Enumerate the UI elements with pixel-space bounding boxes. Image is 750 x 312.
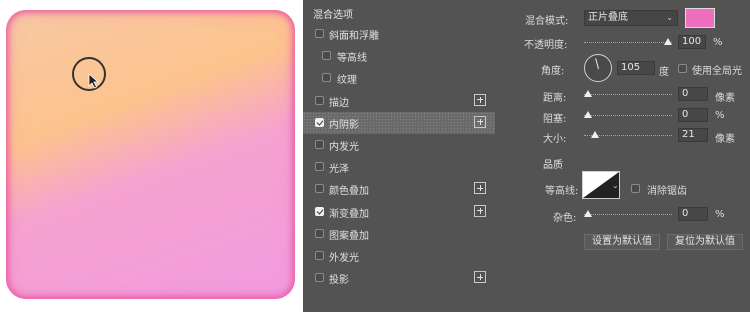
global-light-label: 使用全局光: [692, 66, 742, 77]
style-item[interactable]: 投影: [303, 267, 495, 289]
size-input[interactable]: 21: [678, 128, 708, 142]
style-item[interactable]: 外发光: [303, 245, 495, 267]
style-item-label: 纹理: [337, 75, 357, 87]
style-item-checkbox[interactable]: [315, 206, 324, 216]
canvas-preview: [0, 0, 303, 312]
distance-slider[interactable]: [584, 90, 672, 100]
choke-input[interactable]: 0: [678, 108, 708, 122]
style-item[interactable]: 描边: [303, 90, 495, 112]
size-thumb[interactable]: [591, 131, 599, 138]
blend-options-heading[interactable]: 混合选项: [313, 6, 353, 21]
noise-unit: %: [715, 209, 725, 220]
reset-default-button[interactable]: 复位为默认值: [667, 234, 743, 250]
shadow-color-swatch[interactable]: [685, 8, 715, 28]
plus-icon[interactable]: [474, 271, 486, 284]
slider-track: [584, 115, 672, 117]
inner-shadow-options: 混合模式: 正片叠底 ⌄ 不透明度: 100 % 角度: 105 度 使用全局光…: [495, 0, 750, 312]
noise-slider[interactable]: [584, 210, 672, 220]
style-item-label: 斜面和浮雕: [329, 31, 379, 42]
gradient-rounded-square: [6, 10, 295, 299]
global-light-checkbox[interactable]: [678, 64, 687, 73]
style-item-label: 投影: [329, 275, 349, 287]
quality-heading: 品质: [543, 160, 563, 171]
style-item[interactable]: 等高线: [303, 45, 495, 67]
style-item-checkbox[interactable]: [322, 51, 331, 61]
chevron-down-icon: ⌄: [666, 13, 673, 22]
style-item[interactable]: 斜面和浮雕: [303, 23, 495, 45]
angle-dial-hand: [595, 58, 599, 70]
style-item-label: 等高线: [337, 53, 367, 65]
size-slider[interactable]: [584, 131, 672, 141]
plus-icon[interactable]: [474, 182, 486, 195]
noise-label: 杂色:: [553, 213, 577, 224]
slider-track: [584, 94, 672, 96]
style-item-checkbox[interactable]: [315, 251, 324, 260]
layer-styles-panel: 混合选项 斜面和浮雕等高线纹理描边内阴影内发光光泽颜色叠加渐变叠加图案叠加外发光…: [303, 0, 495, 312]
style-item-label: 颜色叠加: [329, 186, 369, 198]
choke-unit: %: [715, 110, 725, 121]
style-item[interactable]: 光泽: [303, 156, 495, 178]
opacity-unit: %: [713, 37, 723, 48]
contour-label: 等高线:: [545, 186, 579, 197]
angle-dial[interactable]: [584, 54, 612, 82]
size-unit: 像素: [715, 134, 735, 145]
make-default-button[interactable]: 设置为默认值: [584, 234, 660, 250]
style-item-checkbox[interactable]: [315, 228, 324, 238]
opacity-thumb[interactable]: [664, 38, 672, 45]
style-item-checkbox[interactable]: [322, 73, 331, 83]
blend-mode-value: 正片叠底: [588, 12, 628, 23]
choke-slider[interactable]: [584, 111, 672, 121]
style-item-label: 描边: [329, 97, 349, 109]
distance-unit: 像素: [715, 93, 735, 104]
antialias-label: 消除锯齿: [647, 186, 687, 197]
angle-unit: 度: [659, 67, 669, 78]
chevron-down-icon[interactable]: ⌄: [612, 181, 619, 190]
opacity-label: 不透明度:: [524, 40, 568, 51]
plus-icon[interactable]: [474, 204, 486, 217]
noise-thumb[interactable]: [584, 210, 592, 217]
style-item[interactable]: 图案叠加: [303, 223, 495, 245]
style-item-checkbox[interactable]: [315, 117, 324, 127]
angle-label: 角度:: [541, 66, 565, 77]
style-item-checkbox[interactable]: [315, 29, 324, 38]
style-item[interactable]: 内发光: [303, 134, 495, 156]
slider-track: [584, 42, 672, 44]
style-item[interactable]: 纹理: [303, 67, 495, 89]
choke-thumb[interactable]: [584, 111, 592, 118]
distance-thumb[interactable]: [584, 90, 592, 97]
angle-input[interactable]: 105: [617, 61, 655, 75]
style-item[interactable]: 内阴影: [303, 111, 495, 134]
style-item-label: 内发光: [329, 142, 359, 153]
style-item-label: 内阴影: [329, 119, 359, 131]
distance-label: 距离:: [543, 93, 567, 104]
slider-track: [584, 214, 672, 216]
style-item-label: 渐变叠加: [329, 208, 369, 220]
noise-input[interactable]: 0: [678, 207, 708, 221]
style-item[interactable]: 渐变叠加: [303, 201, 495, 223]
blend-mode-select[interactable]: 正片叠底 ⌄: [584, 10, 678, 26]
plus-icon[interactable]: [474, 115, 486, 128]
style-item-label: 外发光: [329, 253, 359, 264]
style-item-checkbox[interactable]: [315, 273, 324, 283]
opacity-slider[interactable]: [584, 38, 672, 48]
blend-mode-label: 混合模式:: [525, 16, 569, 27]
antialias-checkbox[interactable]: [631, 184, 640, 193]
style-item[interactable]: 颜色叠加: [303, 178, 495, 200]
style-item-label: 图案叠加: [329, 230, 369, 242]
style-item-checkbox[interactable]: [315, 95, 324, 105]
style-item-label: 光泽: [329, 164, 349, 176]
plus-icon[interactable]: [474, 93, 486, 106]
distance-input[interactable]: 0: [678, 87, 708, 101]
style-item-checkbox[interactable]: [315, 162, 324, 172]
size-label: 大小:: [543, 134, 567, 145]
arrow-cursor-icon: [88, 73, 100, 89]
opacity-input[interactable]: 100: [678, 35, 706, 49]
style-item-checkbox[interactable]: [315, 140, 324, 149]
style-item-checkbox[interactable]: [315, 184, 324, 194]
choke-label: 阻塞:: [543, 114, 567, 125]
